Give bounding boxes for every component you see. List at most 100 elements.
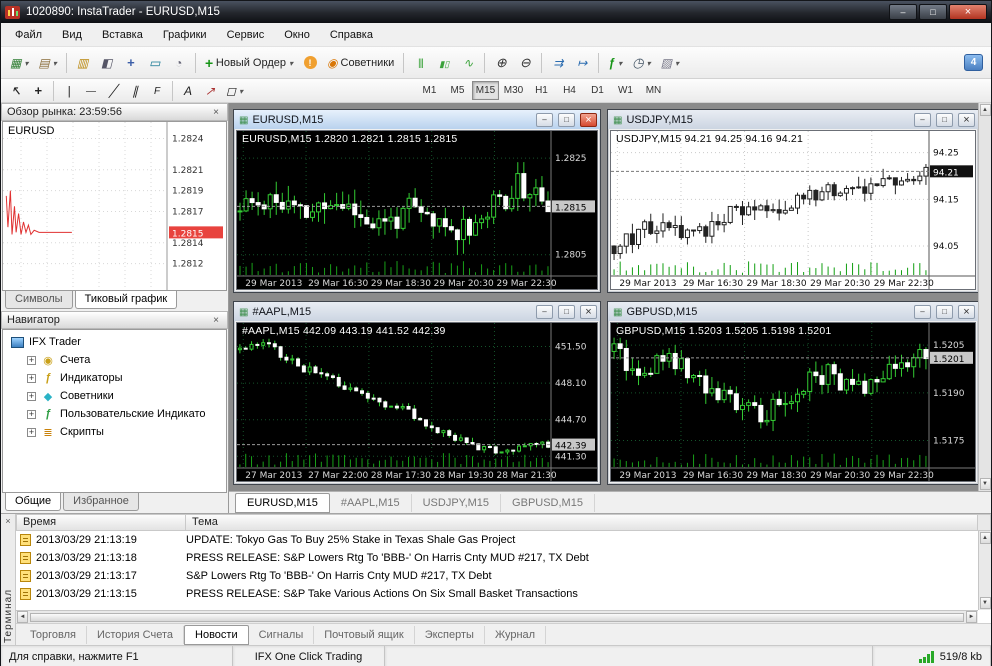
trendline-button[interactable] xyxy=(102,81,124,101)
chart-tab-gbpusd[interactable]: GBPUSD,M15 xyxy=(501,493,595,512)
menu-file[interactable]: Файл xyxy=(5,25,52,45)
candlestick-chart-usdjpy[interactable]: 94.25 94.15 94.05 94.21 29 Mar 2013 29 Mar 16… xyxy=(611,131,975,289)
terminal-close-icon[interactable] xyxy=(5,516,10,526)
chart-tab-eurusd[interactable]: EURUSD,M15 xyxy=(235,492,330,513)
close-button[interactable] xyxy=(949,4,987,20)
chart-minimize-button[interactable] xyxy=(536,304,553,319)
mdi-scrollbar[interactable] xyxy=(978,103,991,491)
data-window-toggle[interactable] xyxy=(95,51,119,75)
news-row[interactable]: 2013/03/29 21:13:17 S&P Lowers Rtg To 'B… xyxy=(16,567,991,585)
scroll-right-arrow[interactable] xyxy=(966,611,977,623)
menu-help[interactable]: Справка xyxy=(320,25,383,45)
tree-item-indicators[interactable]: Индикаторы xyxy=(3,369,226,387)
chart-window-titlebar[interactable]: GBPUSD,M15 xyxy=(608,302,978,321)
news-row[interactable]: 2013/03/29 21:13:19 UPDATE: Tokyo Gas To… xyxy=(16,531,991,549)
chart-close-button[interactable] xyxy=(958,304,975,319)
menu-tools[interactable]: Сервис xyxy=(217,25,275,45)
metaeditor-button[interactable]: ! xyxy=(298,51,322,75)
news-row[interactable]: 2013/03/29 21:13:18 PRESS RELEASE: S&P L… xyxy=(16,549,991,567)
chart-shift-button[interactable] xyxy=(570,51,594,75)
chart-minimize-button[interactable] xyxy=(914,304,931,319)
channel-button[interactable] xyxy=(124,81,146,101)
expand-icon[interactable] xyxy=(27,427,36,437)
chart-maximize-button[interactable] xyxy=(558,112,575,127)
minimize-button[interactable] xyxy=(889,4,917,20)
tree-item-scripts[interactable]: Скрипты xyxy=(3,423,226,441)
tree-item-account-root[interactable]: IFX Trader xyxy=(3,333,226,351)
chart-close-button[interactable] xyxy=(580,304,597,319)
timeframe-m5[interactable]: M5 xyxy=(444,81,471,100)
chart-window-titlebar[interactable]: #AAPL,M15 xyxy=(234,302,600,321)
candlestick-chart-gbpusd[interactable]: 1.5205 1.5190 1.5175 1.5201 29 Mar 2013 29 Ma… xyxy=(611,323,975,481)
chart-minimize-button[interactable] xyxy=(914,112,931,127)
chart-tab-aapl[interactable]: #AAPL,M15 xyxy=(330,493,412,512)
periods-button[interactable] xyxy=(627,51,655,75)
crosshair-tool-button[interactable] xyxy=(27,81,49,101)
expert-advisors-button[interactable]: Советники xyxy=(322,51,399,75)
navigator-toggle[interactable] xyxy=(119,51,143,75)
scroll-left-arrow[interactable] xyxy=(17,611,28,623)
tab-common[interactable]: Общие xyxy=(5,493,62,511)
vertical-line-button[interactable] xyxy=(58,81,80,101)
fibonacci-button[interactable] xyxy=(146,81,168,101)
arrows-tool-button[interactable] xyxy=(199,81,221,101)
market-watch-toggle[interactable] xyxy=(71,51,95,75)
strategy-tester-toggle[interactable] xyxy=(167,51,191,75)
expand-icon[interactable] xyxy=(27,355,36,365)
menu-charts[interactable]: Графики xyxy=(153,25,217,45)
chart-tab-usdjpy[interactable]: USDJPY,M15 xyxy=(412,493,502,512)
candlestick-chart-aapl[interactable]: 451.50 448.10 444.70 441.30 442.39 27 Mar 201… xyxy=(237,323,597,481)
tab-tick-chart[interactable]: Тиковый график xyxy=(74,291,178,309)
tab-journal[interactable]: Журнал xyxy=(485,625,547,644)
timeframe-h1[interactable]: H1 xyxy=(528,81,555,100)
tab-account-history[interactable]: История Счета xyxy=(87,625,185,644)
scroll-up-arrow[interactable] xyxy=(979,532,991,544)
chart-window-titlebar[interactable]: EURUSD,M15 xyxy=(234,110,600,129)
indicators-button[interactable] xyxy=(603,51,627,75)
horizontal-line-button[interactable] xyxy=(80,81,102,101)
market-watch-close-icon[interactable] xyxy=(210,107,222,118)
menu-window[interactable]: Окно xyxy=(274,25,320,45)
notification-badge[interactable]: 4 xyxy=(964,54,983,71)
terminal-horizontal-scrollbar[interactable] xyxy=(16,610,978,623)
scroll-down-arrow[interactable] xyxy=(979,597,991,609)
chart-close-button[interactable] xyxy=(580,112,597,127)
scroll-up-arrow[interactable] xyxy=(979,104,991,116)
auto-scroll-button[interactable] xyxy=(546,51,570,75)
candlestick-chart-eurusd[interactable]: 1.2825 1.2805 1.2815 29 Mar 2013 29 Mar 16:3… xyxy=(237,131,597,289)
expand-icon[interactable] xyxy=(27,373,36,383)
zoom-in-button[interactable] xyxy=(489,51,513,75)
timeframe-m15[interactable]: M15 xyxy=(471,81,499,100)
terminal-vertical-scrollbar[interactable] xyxy=(978,531,991,610)
scrollbar-thumb[interactable] xyxy=(30,612,964,622)
bar-chart-button[interactable] xyxy=(408,51,432,75)
chart-close-button[interactable] xyxy=(958,112,975,127)
zoom-out-button[interactable] xyxy=(513,51,537,75)
candlestick-chart-button[interactable] xyxy=(432,51,456,75)
chart-minimize-button[interactable] xyxy=(536,112,553,127)
chart-maximize-button[interactable] xyxy=(936,304,953,319)
chart-maximize-button[interactable] xyxy=(558,304,575,319)
navigator-close-icon[interactable] xyxy=(210,315,222,326)
timeframe-m30[interactable]: M30 xyxy=(500,81,527,100)
column-header-time[interactable]: Время xyxy=(16,514,186,531)
timeframe-d1[interactable]: D1 xyxy=(584,81,611,100)
terminal-toggle[interactable] xyxy=(143,51,167,75)
tab-favorites[interactable]: Избранное xyxy=(63,493,139,511)
tree-item-accounts[interactable]: Счета xyxy=(3,351,226,369)
timeframe-h4[interactable]: H4 xyxy=(556,81,583,100)
timeframe-mn[interactable]: MN xyxy=(640,81,667,100)
news-row[interactable]: 2013/03/29 21:13:15 PRESS RELEASE: S&P T… xyxy=(16,585,991,603)
tab-mailbox[interactable]: Почтовый ящик xyxy=(314,625,415,644)
line-chart-button[interactable] xyxy=(456,51,480,75)
new-chart-button[interactable] xyxy=(5,51,33,75)
menu-insert[interactable]: Вставка xyxy=(92,25,153,45)
column-header-topic[interactable]: Тема xyxy=(186,514,978,531)
tab-trade[interactable]: Торговля xyxy=(20,625,87,644)
timeframe-m1[interactable]: M1 xyxy=(416,81,443,100)
shapes-button[interactable] xyxy=(221,81,248,101)
tab-news[interactable]: Новости xyxy=(184,624,249,645)
text-tool-button[interactable] xyxy=(177,81,199,101)
expand-icon[interactable] xyxy=(27,391,36,401)
tree-item-custom-indicators[interactable]: Пользовательские Индикато xyxy=(3,405,226,423)
